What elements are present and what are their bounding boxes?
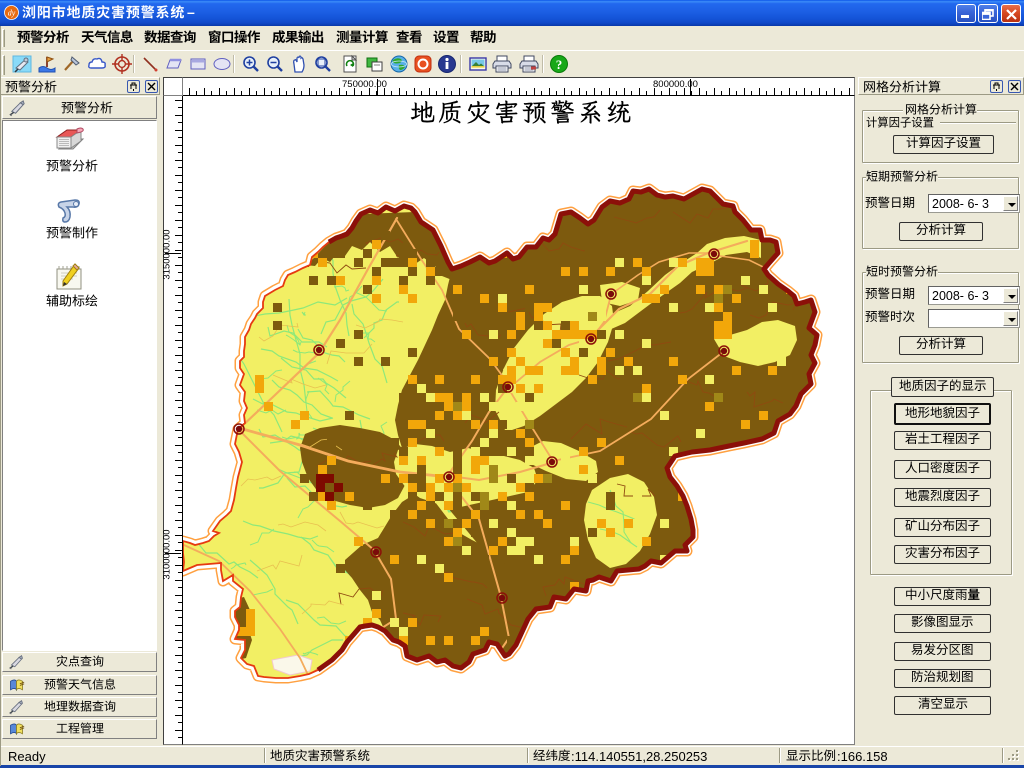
svg-text:?: ? [556, 57, 563, 72]
svg-text:dy: dy [8, 9, 16, 18]
